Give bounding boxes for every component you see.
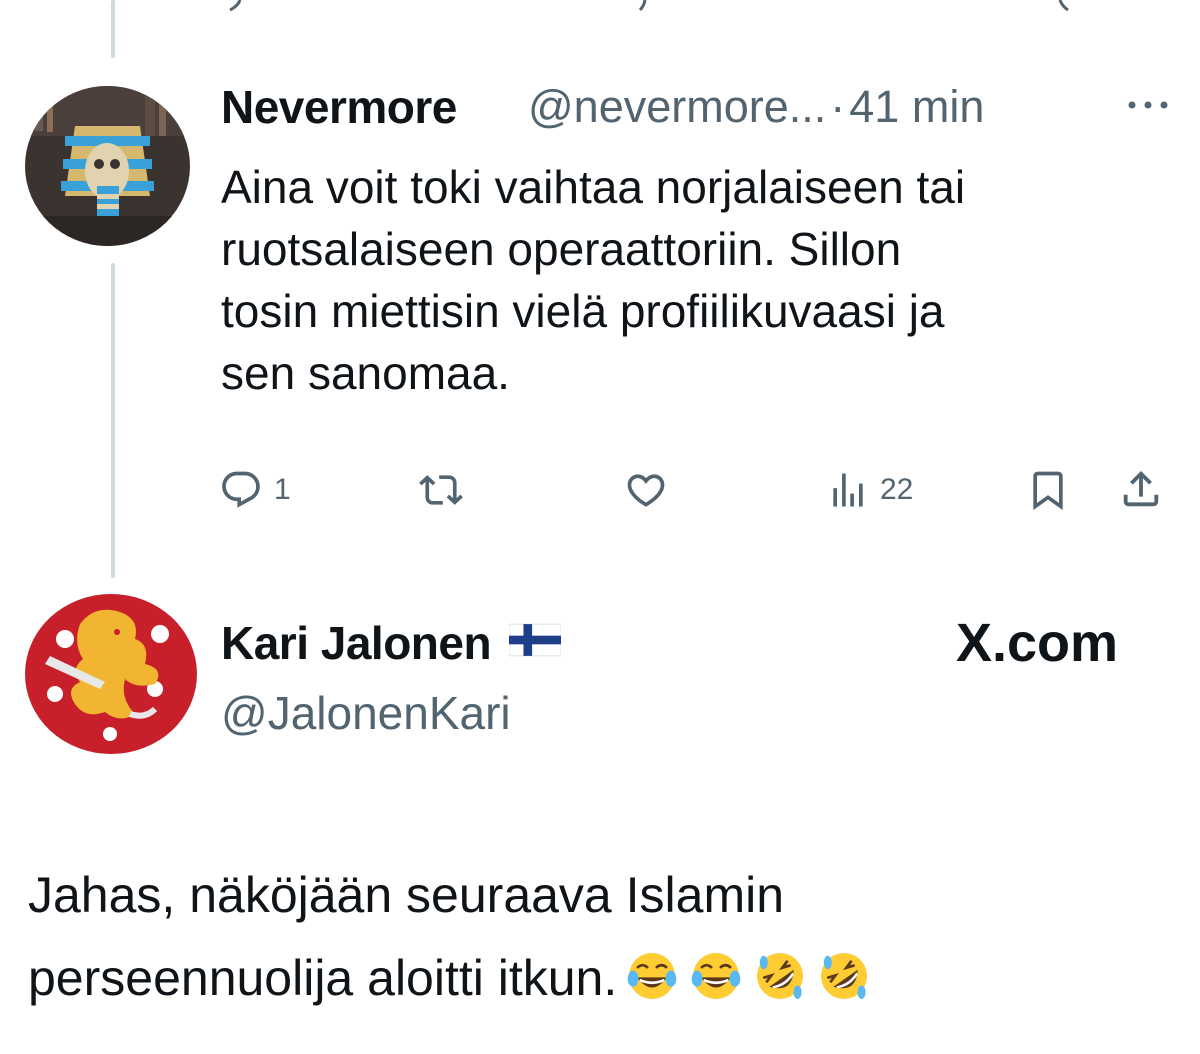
reply-icon [218, 468, 264, 512]
reply-text-line: tosin miettisin vielä profiilikuvaasi ja [221, 285, 945, 337]
thread-line-top [111, 0, 115, 58]
original-text-line: Jahas, näköjään seuraava Islamin [28, 867, 785, 923]
bookmark-button[interactable] [1026, 468, 1070, 512]
bookmark-icon [1026, 468, 1070, 512]
views-button[interactable]: 22 [826, 468, 913, 512]
original-author-handle[interactable]: @JalonenKari [221, 686, 511, 740]
kari-jalonen-avatar[interactable] [25, 594, 197, 754]
x-com-watermark: X.com [956, 612, 1118, 674]
reply-timestamp[interactable]: 41 min [849, 81, 984, 132]
reply-count: 1 [274, 473, 291, 506]
previous-tweet-edge [0, 0, 1200, 14]
original-author-name-row: Kari Jalonen [221, 614, 562, 670]
reply-author-name[interactable]: Nevermore [221, 80, 457, 134]
original-text-line: perseennuolija aloitti itkun. [28, 950, 618, 1006]
heart-icon [622, 468, 670, 512]
more-options-icon[interactable] [1126, 96, 1170, 119]
reply-text-line: ruotsalaiseen operaattoriin. Sillon [221, 223, 902, 275]
reply-author-handle[interactable]: @nevermore... [528, 81, 826, 132]
rofl-emoji-icon [751, 949, 809, 1019]
x-logo-icon: X.com [956, 613, 1119, 673]
nevermore-avatar[interactable] [25, 86, 190, 246]
thread-line-bottom [111, 263, 115, 578]
reply-button[interactable]: 1 [218, 468, 291, 512]
original-text-line-2: perseennuolija aloitti itkun. [28, 945, 873, 1019]
views-count: 22 [880, 473, 914, 506]
finland-flag-icon [508, 614, 562, 668]
original-author-name[interactable]: Kari Jalonen [221, 617, 492, 669]
share-button[interactable] [1118, 466, 1164, 512]
repost-button[interactable] [417, 468, 465, 512]
laughing-tears-emoji-icon [687, 949, 745, 1019]
repost-icon [417, 468, 465, 512]
reply-text-line: Aina voit toki vaihtaa norjalaiseen tai [221, 161, 966, 213]
like-button[interactable] [622, 468, 670, 512]
rofl-emoji-icon [815, 949, 873, 1019]
share-icon [1118, 466, 1164, 512]
meta-separator: · [830, 81, 846, 132]
views-icon [826, 468, 870, 512]
reply-meta: @nevermore...·41 min [528, 81, 984, 133]
laughing-tears-emoji-icon [623, 949, 681, 1019]
reply-text-line: sen sanomaa. [221, 347, 510, 399]
